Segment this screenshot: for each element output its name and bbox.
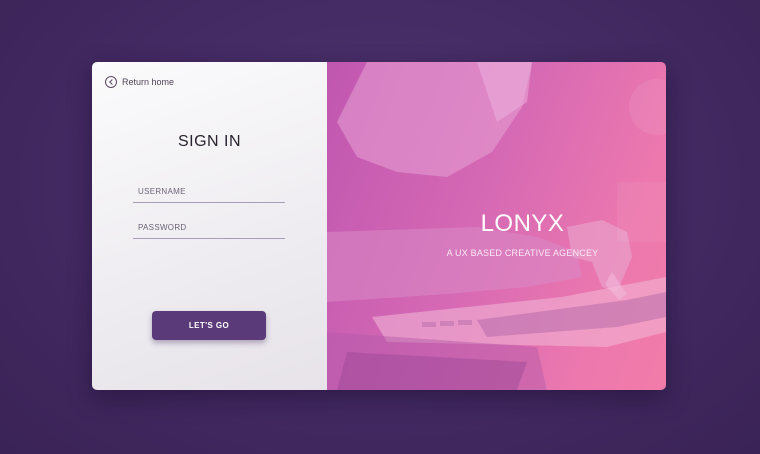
sign-in-title: SIGN IN — [177, 133, 242, 150]
sign-in-panel: Return home SIGN IN LET'S GO — [92, 62, 327, 390]
login-card: Return home SIGN IN LET'S GO — [92, 62, 666, 390]
return-home-label: Return home — [122, 77, 175, 87]
lets-go-button[interactable]: LET'S GO — [152, 311, 266, 340]
username-input[interactable] — [133, 180, 285, 202]
password-field — [133, 216, 285, 239]
return-home-link[interactable]: Return home — [105, 76, 174, 88]
username-field — [133, 180, 285, 203]
chevron-left-icon — [105, 76, 117, 88]
brand-title: LONYX — [480, 210, 565, 237]
password-input[interactable] — [133, 216, 285, 238]
hero-panel: LONYX A UX BASED CREATIVE AGENCEY — [327, 62, 666, 390]
brand-tagline: A UX BASED CREATIVE AGENCEY — [446, 248, 599, 258]
